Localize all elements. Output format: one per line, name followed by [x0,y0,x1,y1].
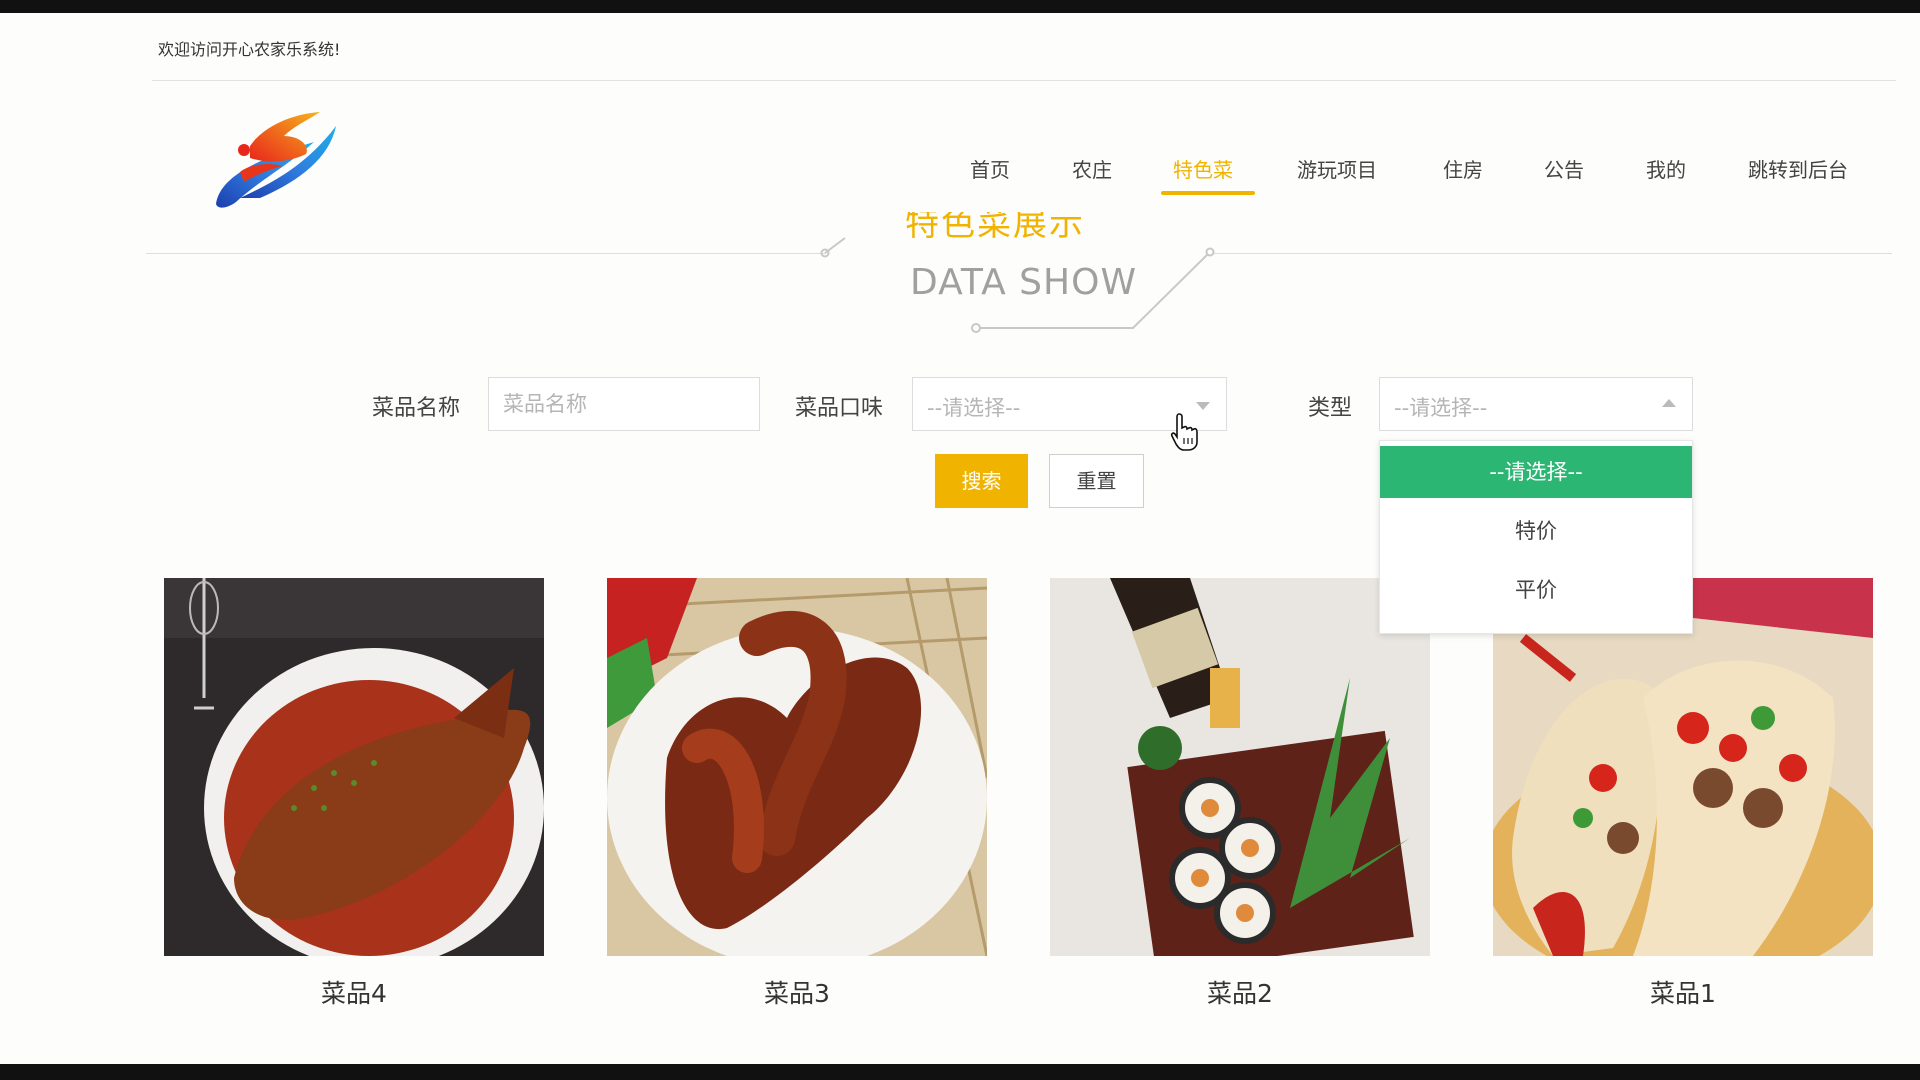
dish-image-tacos[interactable] [1493,578,1873,956]
nav-item-notice[interactable]: 公告 [1544,154,1584,183]
nav-item-home[interactable]: 首页 [970,154,1010,183]
dish-card[interactable]: 菜品3 [607,578,987,1008]
search-button[interactable]: 搜索 [935,454,1028,508]
dish-card[interactable]: 菜品2 [1050,578,1430,1008]
dish-image-braised-fish[interactable] [164,578,544,956]
next-section-heading-partial [820,1052,1260,1064]
type-label: 类型 [1308,396,1353,421]
chevron-up-icon [1662,399,1676,407]
chevron-down-icon [1196,402,1210,410]
type-option-special-price[interactable]: 特价 [1380,505,1692,557]
nav-item-specialty-dishes[interactable]: 特色菜 [1173,154,1233,183]
section-line-left [146,253,826,254]
type-value: --请选择-- [1394,396,1488,420]
reset-button[interactable]: 重置 [1049,454,1144,508]
nav-item-activities[interactable]: 游玩项目 [1297,154,1377,183]
section-decoration [820,237,1215,333]
dish-name[interactable]: 菜品1 [1493,974,1873,1010]
dish-name-label: 菜品名称 [372,396,461,421]
nav-item-admin[interactable]: 跳转到后台 [1748,154,1848,183]
dish-taste-value: --请选择-- [927,396,1021,420]
welcome-text: 欢迎访问开心农家乐系统! [158,40,341,59]
hand-pointer-cursor-icon [1170,413,1198,451]
nav-active-underline [1161,191,1255,195]
nav-item-mine[interactable]: 我的 [1646,154,1686,183]
dish-image-braised-duck-neck[interactable] [607,578,987,956]
main-nav: 首页 农庄 特色菜 游玩项目 住房 公告 我的 跳转到后台 [0,150,1920,200]
type-dropdown-menu: --请选择-- 特价 平价 [1379,440,1693,634]
dish-name[interactable]: 菜品2 [1050,974,1430,1010]
nav-item-housing[interactable]: 住房 [1443,154,1483,183]
type-option-regular-price[interactable]: 平价 [1380,564,1692,616]
dish-image-sushi-platter[interactable] [1050,578,1430,956]
type-option-please-select[interactable]: --请选择-- [1380,446,1692,498]
top-edge-bar [0,0,1920,13]
dish-name-input[interactable] [488,377,760,431]
nav-item-farm[interactable]: 农庄 [1072,154,1112,183]
bottom-edge-bar [0,1064,1920,1080]
dish-card[interactable]: 菜品1 [1493,578,1873,1008]
dish-card[interactable]: 菜品4 [164,578,544,1008]
section-line-right [1212,253,1892,254]
dish-name[interactable]: 菜品3 [607,974,987,1010]
dish-name[interactable]: 菜品4 [164,974,544,1010]
dish-taste-label: 菜品口味 [795,396,884,421]
header-divider [152,80,1896,81]
type-select[interactable]: --请选择-- [1379,377,1693,431]
